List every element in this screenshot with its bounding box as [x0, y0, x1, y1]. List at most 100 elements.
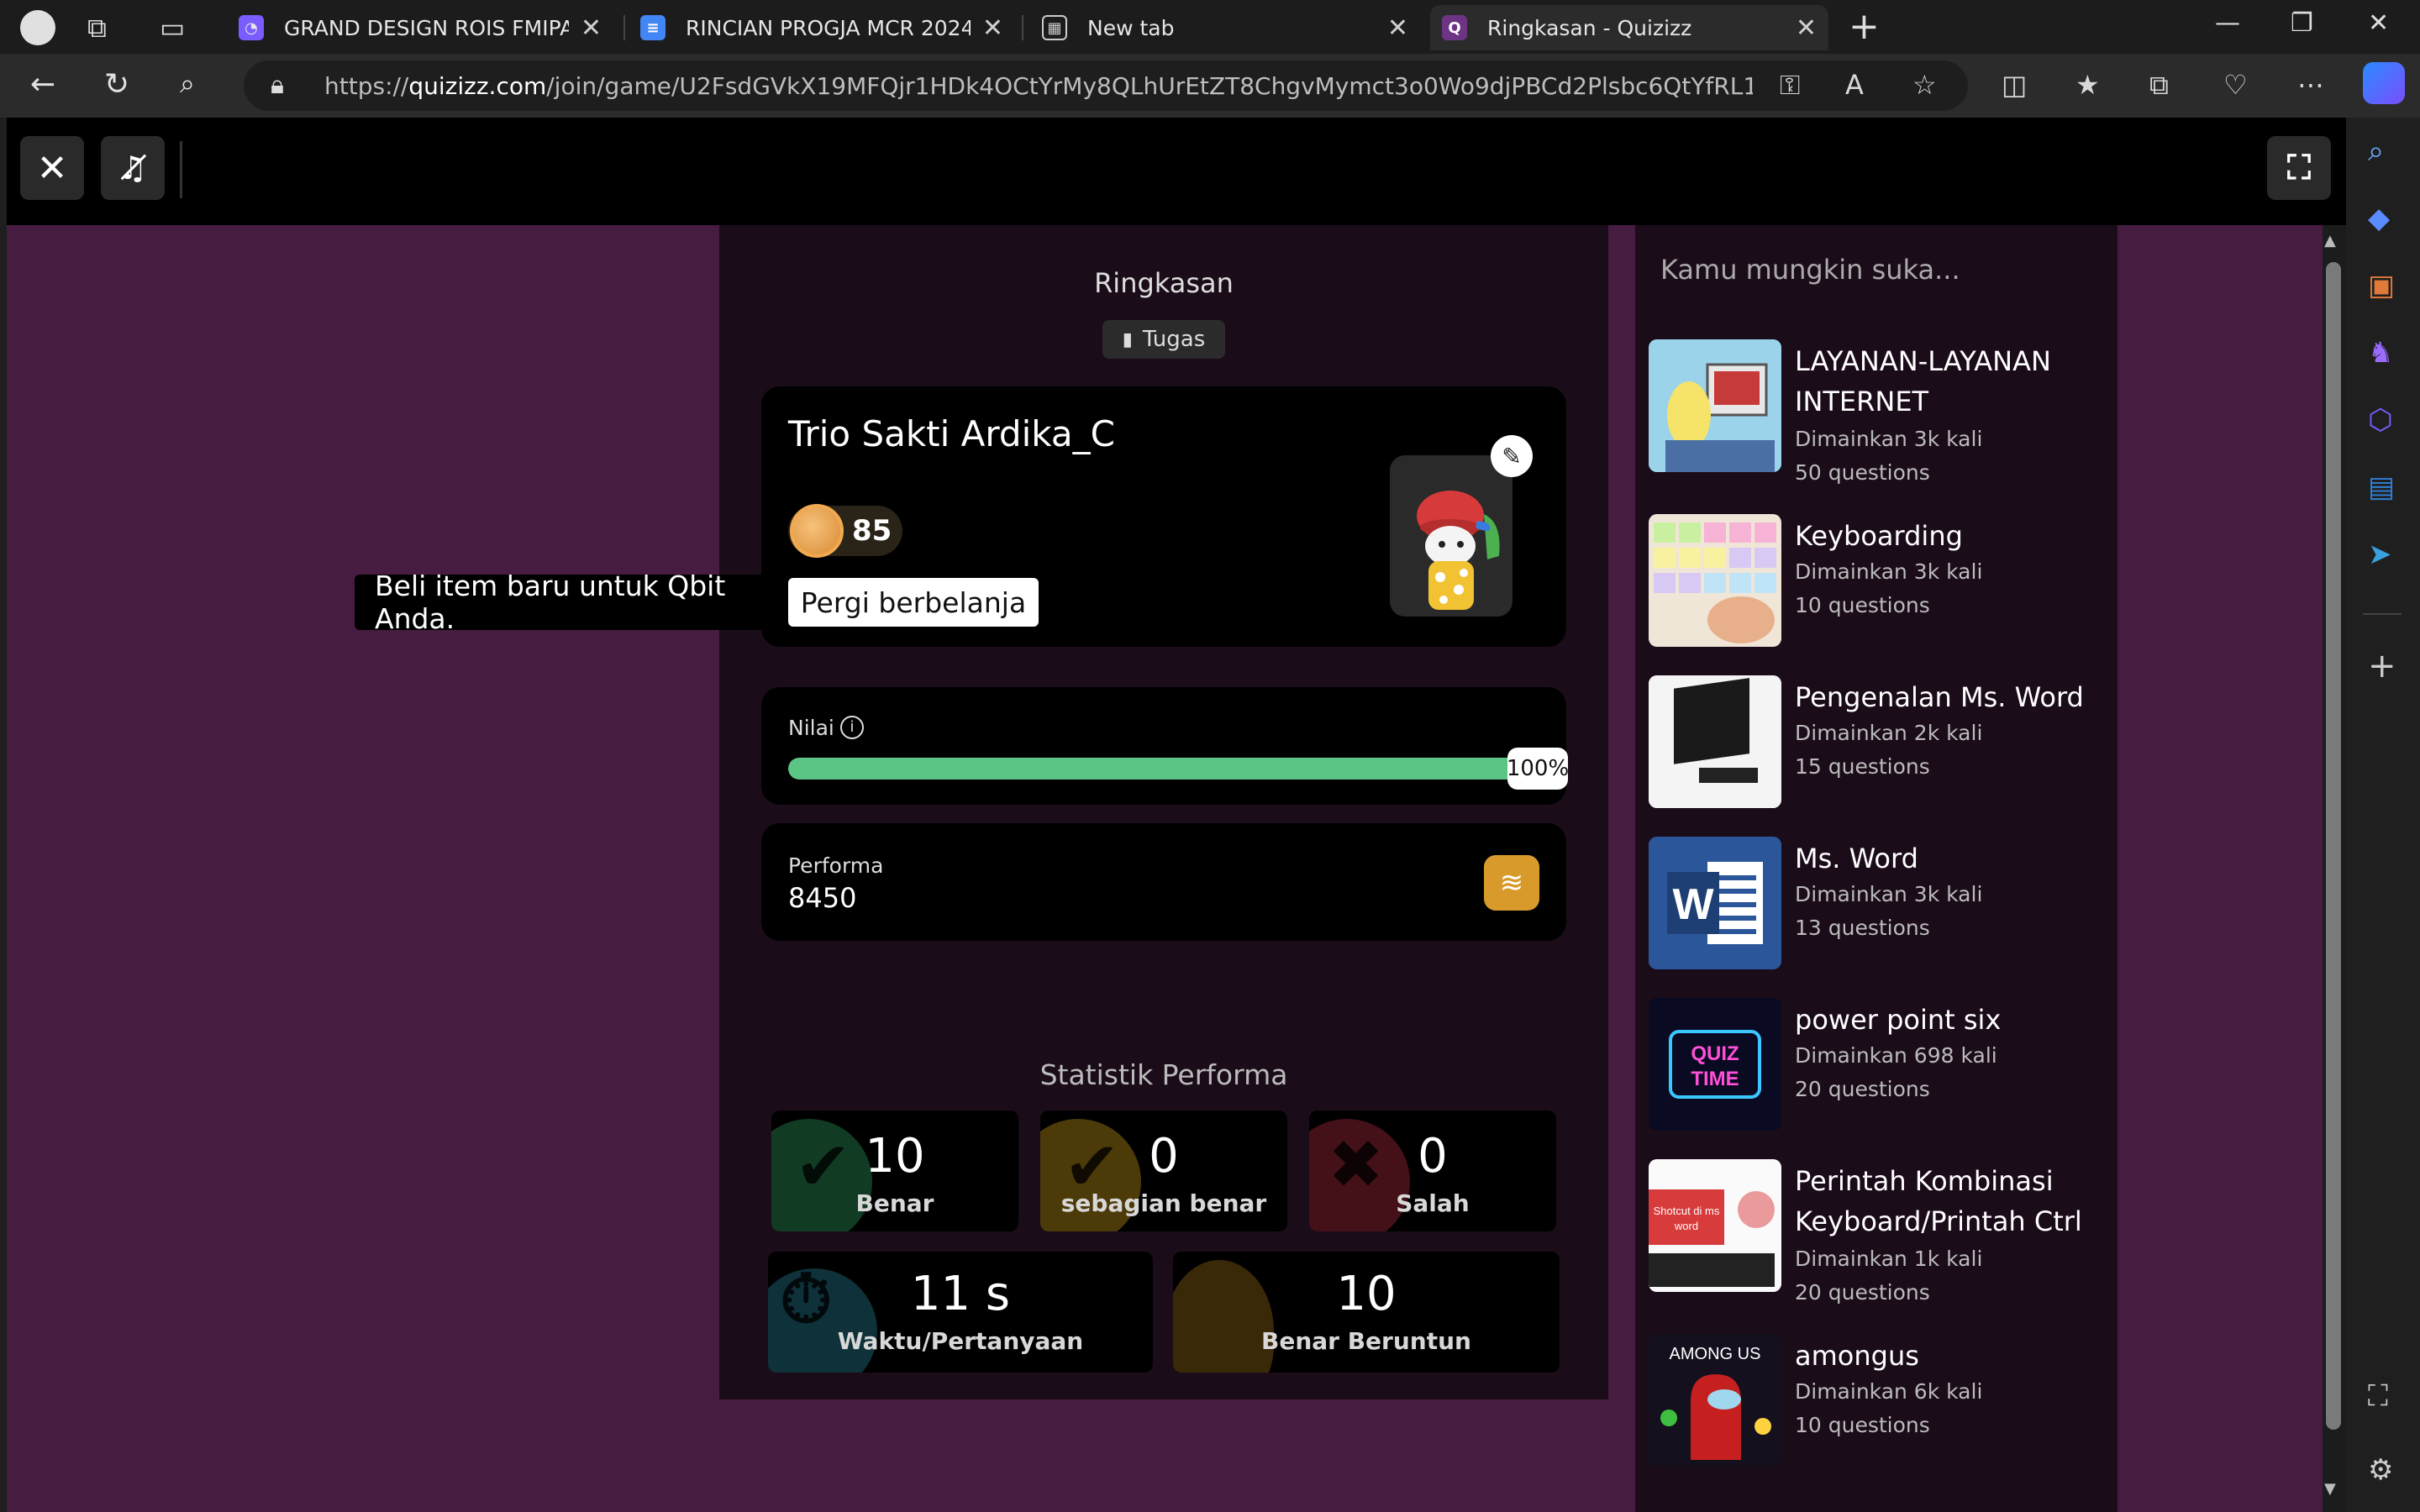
stat-time-per-question: ⏱ 11 s Waktu/Pertanyaan — [768, 1252, 1153, 1373]
rec-item[interactable]: Shotcut di ms word Perintah Kombinasi Ke… — [1649, 1159, 2102, 1310]
rec-title: amongus — [1795, 1340, 1919, 1372]
profile-avatar-icon[interactable] — [20, 10, 55, 45]
minimize-icon[interactable]: — — [2215, 8, 2240, 38]
lock-icon[interactable]: 🔒︎ — [271, 71, 284, 100]
shop-tooltip: Beli item baru untuk Qbit Anda. — [355, 570, 765, 635]
scroll-down-icon[interactable]: ▼ — [2324, 1480, 2336, 1498]
sidebar-search-icon[interactable]: ⌕ — [2368, 134, 2384, 168]
restore-icon[interactable]: ❐ — [2291, 8, 2313, 38]
go-shopping-button[interactable]: Pergi berbelanja — [788, 578, 1039, 627]
stat-label: sebagian benar — [1060, 1189, 1267, 1217]
tab-grand-design[interactable]: ◔ GRAND DESIGN ROIS FMIPA UNI ✕ — [227, 5, 613, 50]
toolbar-divider — [180, 141, 182, 198]
rec-question-count: 10 questions — [1795, 1413, 1930, 1437]
rec-question-count: 20 questions — [1795, 1077, 1930, 1101]
mute-music-button[interactable]: ♫̸ — [101, 136, 165, 200]
sidebar-365-icon[interactable]: ⬡ — [2368, 403, 2393, 437]
score-label: Nilai — [788, 716, 834, 740]
more-menu-icon[interactable]: ⋯ — [2297, 69, 2324, 101]
music-off-icon: ♫̸ — [118, 150, 148, 186]
read-aloud-icon[interactable]: A — [1845, 69, 1864, 101]
tab-ringkasan-quizizz[interactable]: Q Ringkasan - Quizizz ✕ — [1430, 5, 1828, 50]
rec-plays: Dimainkan 698 kali — [1795, 1043, 1997, 1068]
sidebar-shopping-icon[interactable]: ◆ — [2368, 202, 2390, 235]
player-name: Trio Sakti Ardika_C — [788, 413, 1115, 454]
stat-label: Waktu/Pertanyaan — [837, 1327, 1084, 1355]
tab-label: GRAND DESIGN ROIS FMIPA UNI — [284, 15, 569, 40]
rec-item[interactable]: W Ms. Word Dimainkan 3k kali 13 question… — [1649, 837, 2102, 971]
tab-label: New tab — [1087, 15, 1175, 40]
quizizz-icon: Q — [1442, 15, 1467, 40]
sidebar-tools-icon[interactable]: ▣ — [2368, 269, 2395, 302]
info-icon[interactable]: i — [840, 716, 864, 739]
newtab-icon: ▦ — [1042, 15, 1067, 40]
rec-item[interactable]: LAYANAN-LAYANAN INTERNET Dimainkan 3k ka… — [1649, 339, 2102, 491]
close-quiz-button[interactable]: ✕ — [20, 136, 84, 200]
fullscreen-icon: ⛶ — [2287, 149, 2311, 187]
among-us-icon: AMONG US — [1649, 1334, 1781, 1467]
sidebar-add-icon[interactable]: + — [2368, 647, 2396, 685]
qbit-avatar-icon — [1417, 491, 1500, 610]
tab-actions-icon[interactable]: ▭ — [160, 12, 185, 44]
scroll-up-icon[interactable]: ▲ — [2324, 232, 2336, 249]
performance-icon[interactable]: ♡ — [2223, 69, 2248, 101]
workspaces-icon[interactable]: ⧉ — [87, 12, 107, 45]
score-percent: 100% — [1507, 748, 1569, 790]
svg-text:AMONG US: AMONG US — [1670, 1345, 1761, 1363]
sidebar-capture-icon[interactable]: ⛶ — [2368, 1379, 2388, 1413]
close-tab-icon[interactable]: ✕ — [1796, 13, 1817, 43]
svg-text:QUIZ: QUIZ — [1691, 1042, 1739, 1065]
tab-new-tab[interactable]: ▦ New tab ✕ — [1030, 5, 1420, 50]
rec-item[interactable]: Pengenalan Ms. Word Dimainkan 2k kali 15… — [1649, 675, 2102, 810]
rec-question-count: 50 questions — [1795, 460, 1930, 485]
rec-title: LAYANAN-LAYANAN INTERNET — [1795, 345, 2051, 417]
window-close-icon[interactable]: ✕ — [2368, 8, 2389, 38]
favorites-icon[interactable]: ★ — [2075, 69, 2100, 101]
sidebar-send-icon[interactable]: ➤ — [2368, 538, 2392, 571]
close-icon: ✕ — [36, 146, 68, 190]
sidebar-settings-icon[interactable]: ⚙ — [2368, 1453, 2393, 1487]
reload-icon[interactable]: ↻ — [104, 67, 129, 102]
url-host: quizizz.com — [408, 72, 547, 100]
edit-avatar-button[interactable]: ✎ — [1491, 435, 1533, 477]
rec-title: Keyboarding — [1795, 520, 1963, 552]
rec-item[interactable]: QUIZ TIME power point six Dimainkan 698 … — [1649, 998, 2102, 1132]
stat-label: Benar — [855, 1189, 934, 1217]
rec-question-count: 10 questions — [1795, 593, 1930, 617]
sidebar-games-icon[interactable]: ♞ — [2368, 336, 2393, 370]
close-tab-icon[interactable]: ✕ — [982, 13, 1003, 43]
quiz-top-bar — [7, 118, 2346, 225]
stats-heading: Statistik Performa — [1039, 1058, 1288, 1091]
fullscreen-button[interactable]: ⛶ — [2267, 136, 2331, 200]
tab-separator — [1022, 15, 1023, 40]
quiz-time-neon-icon: QUIZ TIME — [1649, 998, 1781, 1131]
split-screen-icon[interactable]: ◫ — [2002, 69, 2027, 101]
scrollbar-thumb[interactable] — [2326, 262, 2341, 1430]
key-icon[interactable]: ⚿ — [1780, 69, 1800, 102]
rec-question-count: 20 questions — [1795, 1280, 1930, 1305]
rec-thumbnail — [1649, 514, 1781, 647]
docs-icon: ≡ — [640, 15, 666, 40]
svg-text:word: word — [1674, 1220, 1698, 1232]
stat-label: Salah — [1396, 1189, 1470, 1217]
back-icon[interactable]: ← — [30, 67, 55, 102]
search-icon[interactable]: ⌕ — [180, 67, 195, 100]
copilot-icon[interactable] — [2363, 62, 2405, 104]
favorite-star-icon[interactable]: ☆ — [1912, 69, 1937, 101]
rec-thumbnail: Shotcut di ms word — [1649, 1159, 1781, 1292]
rec-item[interactable]: AMONG US amongus Dimainkan 6k kali 10 qu… — [1649, 1334, 2102, 1468]
rec-item[interactable]: Keyboarding Dimainkan 3k kali 10 questio… — [1649, 514, 2102, 648]
new-tab-plus-icon[interactable]: + — [1849, 5, 1880, 48]
stat-label: Benar Beruntun — [1261, 1327, 1471, 1355]
coin-icon — [790, 504, 844, 558]
close-tab-icon[interactable]: ✕ — [581, 13, 602, 43]
performance-card — [761, 823, 1566, 941]
sidebar-divider — [2363, 613, 2402, 615]
close-tab-icon[interactable]: ✕ — [1387, 13, 1408, 43]
sidebar-outlook-icon[interactable]: ▤ — [2368, 470, 2395, 504]
url-text[interactable]: https://quizizz.com/join/game/U2FsdGVkX1… — [324, 72, 1753, 100]
rec-title: Ms. Word — [1795, 843, 1918, 874]
tab-rincian-progja[interactable]: ≡ RINCIAN PROGJA MCR 2024 - Go ✕ — [629, 5, 1015, 50]
avatar[interactable] — [1390, 455, 1512, 617]
collections-icon[interactable]: ⧉ — [2149, 69, 2169, 102]
